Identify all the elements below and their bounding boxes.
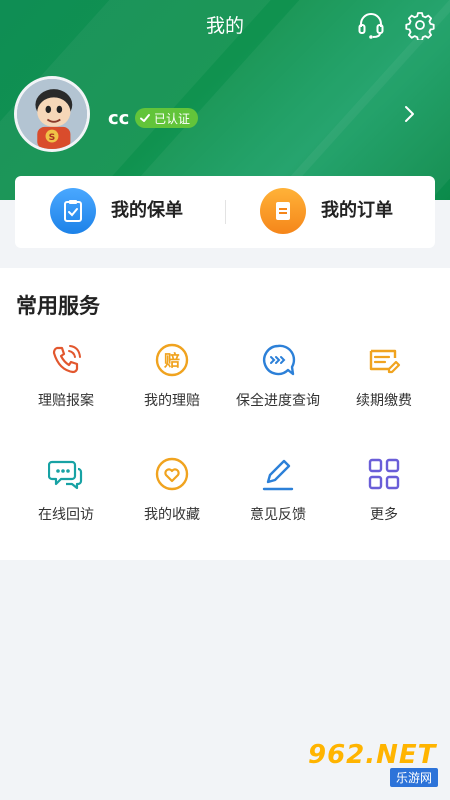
my-policies-label: 我的保单 bbox=[111, 200, 183, 221]
username: cc bbox=[108, 108, 130, 129]
check-icon bbox=[140, 114, 150, 122]
clipboard-check-glyph bbox=[64, 200, 82, 222]
service-label: 理赔报案 bbox=[38, 393, 94, 409]
watermark-main: 962.NET bbox=[308, 740, 437, 770]
service-label: 续期缴费 bbox=[356, 393, 412, 409]
renewal-payment-icon bbox=[369, 349, 401, 374]
section-title: 常用服务 bbox=[16, 294, 100, 318]
document-list-icon bbox=[260, 188, 306, 234]
site-watermark: 962.NET 乐游网 bbox=[308, 740, 442, 788]
svg-text:S: S bbox=[49, 132, 56, 143]
verified-badge-label: 已认证 bbox=[154, 111, 191, 126]
service-my-claims[interactable]: 赔 我的理赔 bbox=[116, 342, 228, 432]
verified-badge: 已认证 bbox=[135, 108, 199, 128]
service-my-favorites[interactable]: 我的收藏 bbox=[116, 456, 228, 546]
chevron-right-icon[interactable] bbox=[400, 104, 420, 124]
service-label: 我的理赔 bbox=[144, 393, 200, 409]
claim-coin-icon: 赔 bbox=[155, 343, 189, 377]
progress-chat-icon bbox=[263, 344, 296, 376]
service-feedback[interactable]: 意见反馈 bbox=[222, 456, 334, 546]
edit-pen-icon bbox=[262, 459, 294, 491]
service-renewal-payment[interactable]: 续期缴费 bbox=[328, 342, 440, 432]
service-label: 更多 bbox=[370, 507, 398, 523]
grid-more-icon bbox=[368, 458, 400, 490]
my-policies-button[interactable]: 我的保单 bbox=[15, 176, 225, 248]
phone-call-icon bbox=[52, 345, 81, 374]
service-more[interactable]: 更多 bbox=[328, 456, 440, 546]
online-chat-icon bbox=[48, 460, 83, 490]
service-progress-query[interactable]: 保全进度查询 bbox=[222, 342, 334, 432]
avatar[interactable]: S bbox=[14, 76, 90, 152]
watermark-sub: 乐游网 bbox=[389, 768, 438, 787]
cartoon-boy-avatar-image: S bbox=[17, 79, 87, 149]
service-online-visit[interactable]: 在线回访 bbox=[10, 456, 122, 546]
common-services-section: 常用服务 理赔报案 赔 我的理赔 保全进度查询 续期缴费 在线回访 我的收藏 意… bbox=[0, 268, 450, 560]
profile-header: 我的 S cc 已认证 bbox=[0, 0, 450, 200]
my-orders-label: 我的订单 bbox=[321, 200, 393, 221]
service-claim-report[interactable]: 理赔报案 bbox=[10, 342, 122, 432]
service-label: 保全进度查询 bbox=[236, 393, 320, 409]
service-label: 意见反馈 bbox=[250, 507, 306, 523]
customer-service-headset-icon[interactable] bbox=[356, 10, 386, 40]
gear-icon[interactable] bbox=[405, 10, 435, 40]
policy-order-card: 我的保单 我的订单 bbox=[15, 176, 435, 248]
clipboard-check-icon bbox=[50, 188, 96, 234]
heart-favorite-icon bbox=[155, 457, 189, 491]
document-list-glyph bbox=[276, 202, 290, 220]
svg-text:赔: 赔 bbox=[163, 351, 180, 370]
service-label: 在线回访 bbox=[38, 507, 94, 523]
my-orders-button[interactable]: 我的订单 bbox=[225, 176, 435, 248]
service-label: 我的收藏 bbox=[144, 507, 200, 523]
